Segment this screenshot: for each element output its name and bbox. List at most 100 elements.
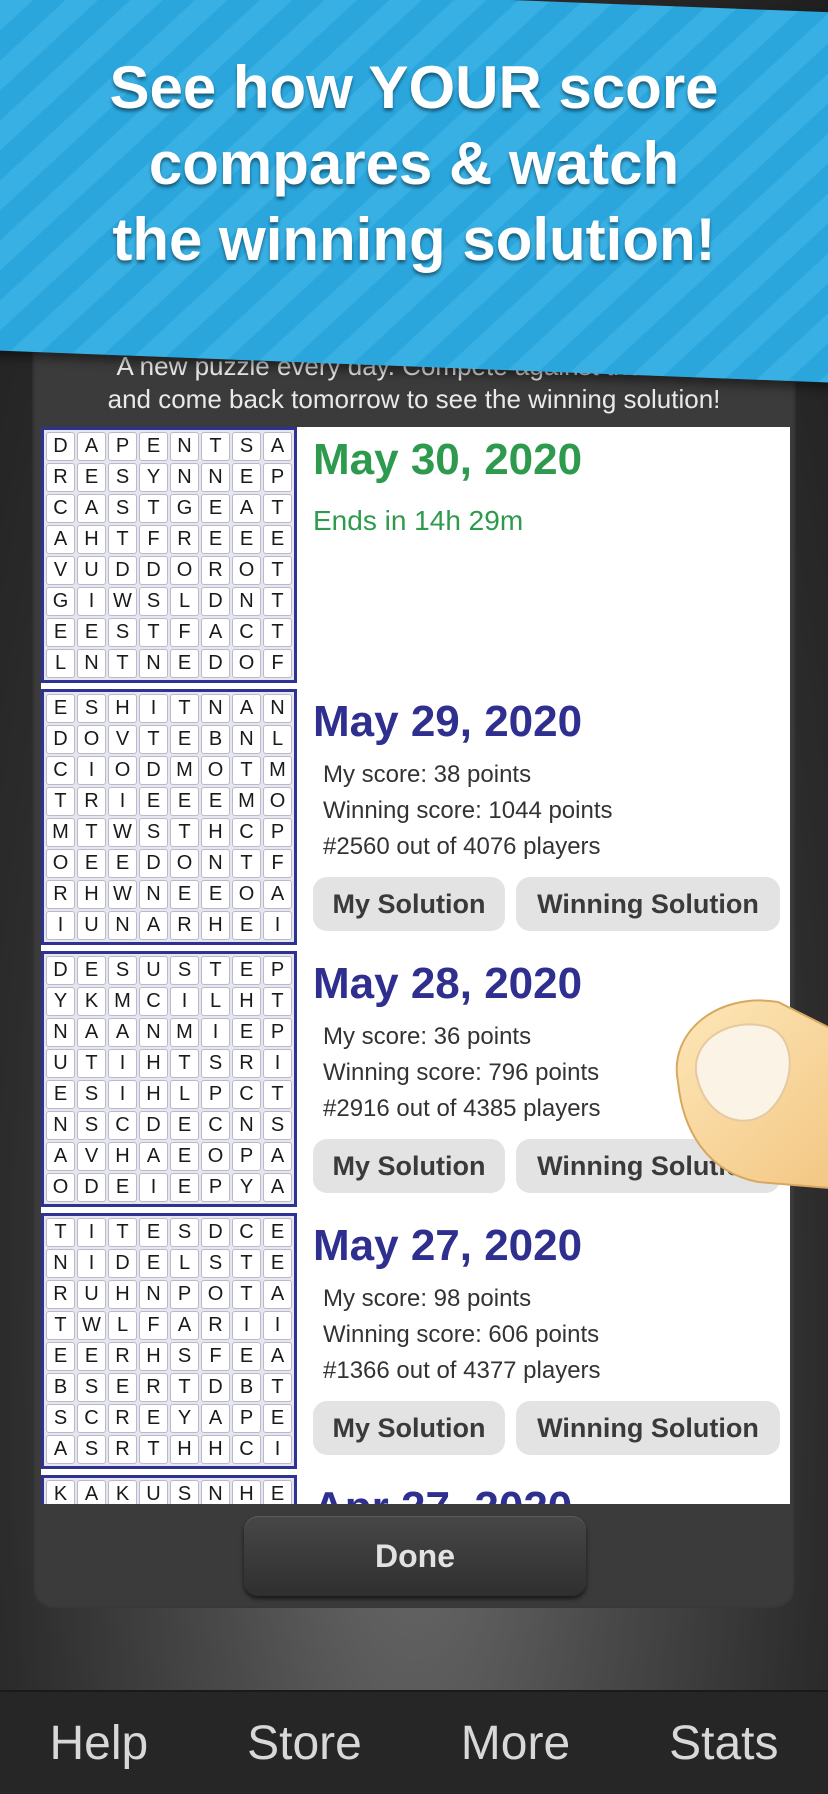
grid-letter: R bbox=[201, 556, 230, 585]
grid-letter: D bbox=[139, 556, 168, 585]
grid-letter: H bbox=[108, 1280, 137, 1309]
my-solution-button[interactable]: My Solution bbox=[313, 877, 505, 931]
grid-letter: Y bbox=[232, 1173, 261, 1202]
tab-store[interactable]: Store bbox=[247, 1716, 362, 1771]
grid-letter: O bbox=[108, 756, 137, 785]
grid-letter: N bbox=[139, 649, 168, 678]
puzzle-stats: My score: 98 points Winning score: 606 p… bbox=[323, 1281, 601, 1389]
grid-letter: P bbox=[108, 432, 137, 461]
grid-letter: A bbox=[232, 694, 261, 723]
grid-letter: I bbox=[77, 756, 106, 785]
puzzle-stats: My score: 38 points Winning score: 1044 … bbox=[323, 757, 613, 865]
winning-solution-button[interactable]: Winning Solution bbox=[516, 1401, 780, 1455]
grid-letter: T bbox=[232, 756, 261, 785]
grid-letter: R bbox=[139, 1373, 168, 1402]
grid-letter: A bbox=[46, 1142, 75, 1171]
grid-letter: P bbox=[263, 956, 292, 985]
grid-letter: C bbox=[77, 1404, 106, 1433]
grid-letter: B bbox=[201, 725, 230, 754]
grid-letter: T bbox=[263, 1373, 292, 1402]
grid-letter: A bbox=[77, 1018, 106, 1047]
grid-letter: N bbox=[46, 1249, 75, 1278]
grid-letter: H bbox=[139, 1342, 168, 1371]
tab-more[interactable]: More bbox=[461, 1716, 570, 1771]
banner-line: compares & watch bbox=[148, 130, 680, 197]
grid-letter: Y bbox=[170, 1404, 199, 1433]
grid-letter: T bbox=[232, 849, 261, 878]
grid-letter: L bbox=[201, 987, 230, 1016]
grid-letter: Y bbox=[46, 987, 75, 1016]
player-rank: #2560 out of 4076 players bbox=[323, 833, 601, 860]
grid-letter: S bbox=[201, 1249, 230, 1278]
grid-letter: T bbox=[77, 1049, 106, 1078]
grid-letter: A bbox=[170, 1311, 199, 1340]
grid-letter: D bbox=[108, 1249, 137, 1278]
grid-letter: P bbox=[170, 1280, 199, 1309]
my-solution-button[interactable]: My Solution bbox=[313, 1401, 505, 1455]
grid-letter: E bbox=[201, 880, 230, 909]
grid-letter: C bbox=[232, 1435, 261, 1464]
grid-letter: G bbox=[46, 587, 75, 616]
grid-letter: T bbox=[201, 956, 230, 985]
grid-letter: S bbox=[77, 1373, 106, 1402]
my-score: My score: 98 points bbox=[323, 1285, 532, 1312]
grid-letter: N bbox=[201, 849, 230, 878]
grid-letter: T bbox=[232, 1249, 261, 1278]
grid-letter: O bbox=[170, 849, 199, 878]
grid-letter: F bbox=[170, 618, 199, 647]
grid-letter: R bbox=[46, 880, 75, 909]
grid-letter: T bbox=[263, 556, 292, 585]
grid-letter: I bbox=[77, 1249, 106, 1278]
grid-letter: E bbox=[108, 1173, 137, 1202]
grid-letter: R bbox=[77, 787, 106, 816]
grid-letter: K bbox=[77, 987, 106, 1016]
puzzle-date: May 28, 2020 bbox=[313, 959, 583, 1008]
grid-letter: O bbox=[201, 1280, 230, 1309]
puzzle-row[interactable]: ESHITNANDOVTEBNLCIODMOTMTRIEEEMOMTWSTHCP… bbox=[41, 689, 790, 952]
winning-solution-button[interactable]: Winning Solution bbox=[516, 877, 780, 931]
grid-letter: L bbox=[170, 587, 199, 616]
grid-letter: H bbox=[77, 880, 106, 909]
grid-letter: E bbox=[201, 494, 230, 523]
grid-letter: P bbox=[263, 1018, 292, 1047]
my-solution-button[interactable]: My Solution bbox=[313, 1139, 505, 1193]
grid-letter: T bbox=[139, 494, 168, 523]
grid-letter: T bbox=[263, 494, 292, 523]
grid-letter: E bbox=[139, 1404, 168, 1433]
grid-letter: P bbox=[232, 1142, 261, 1171]
grid-letter: E bbox=[77, 618, 106, 647]
grid-letter: C bbox=[139, 987, 168, 1016]
grid-letter: E bbox=[46, 694, 75, 723]
grid-letter: M bbox=[170, 756, 199, 785]
grid-letter: P bbox=[201, 1080, 230, 1109]
grid-letter: D bbox=[108, 556, 137, 585]
done-button[interactable]: Done bbox=[244, 1516, 586, 1596]
grid-letter: N bbox=[170, 463, 199, 492]
grid-letter: N bbox=[108, 911, 137, 940]
puzzle-grid-thumbnail: ESHITNANDOVTEBNLCIODMOTMTRIEEEMOMTWSTHCP… bbox=[41, 689, 297, 945]
grid-letter: H bbox=[139, 1049, 168, 1078]
grid-letter: F bbox=[263, 649, 292, 678]
puzzle-row[interactable]: TITESDCENIDELSTERUHNPOTATWLFARIIEERHSFEA… bbox=[41, 1213, 790, 1476]
banner-line: See how YOUR score bbox=[109, 54, 719, 121]
grid-letter: E bbox=[170, 880, 199, 909]
puzzle-date: May 27, 2020 bbox=[313, 1221, 583, 1270]
grid-letter: P bbox=[232, 1404, 261, 1433]
grid-letter: N bbox=[139, 1280, 168, 1309]
puzzle-row[interactable]: DAPENTSARESYNNEPCASTGEATAHTFREEEVUDDOROT… bbox=[41, 427, 790, 690]
grid-letter: I bbox=[263, 1435, 292, 1464]
grid-letter: T bbox=[170, 694, 199, 723]
grid-letter: E bbox=[263, 1249, 292, 1278]
grid-letter: H bbox=[139, 1080, 168, 1109]
grid-letter: S bbox=[46, 1404, 75, 1433]
grid-letter: P bbox=[201, 1173, 230, 1202]
grid-letter: L bbox=[263, 725, 292, 754]
puzzle-row[interactable]: KAKUSNHE Apr 27, 2020 bbox=[41, 1475, 790, 1504]
tab-stats[interactable]: Stats bbox=[669, 1716, 778, 1771]
grid-letter: E bbox=[77, 463, 106, 492]
puzzle-list[interactable]: DAPENTSARESYNNEPCASTGEATAHTFREEEVUDDOROT… bbox=[41, 427, 790, 1504]
grid-letter: U bbox=[77, 911, 106, 940]
grid-letter: D bbox=[139, 849, 168, 878]
grid-letter: O bbox=[46, 1173, 75, 1202]
tab-help[interactable]: Help bbox=[49, 1716, 148, 1771]
